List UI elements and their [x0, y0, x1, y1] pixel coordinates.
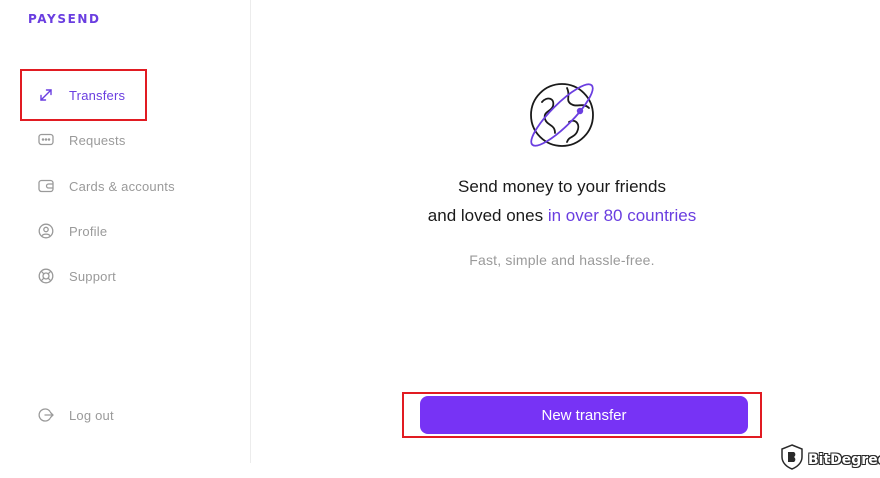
globe-orbit-icon	[525, 78, 599, 152]
subtitle: Fast, simple and hassle-free.	[469, 252, 655, 268]
headline-line-2: and loved ones in over 80 countries	[340, 201, 784, 230]
wallet-icon	[37, 177, 55, 195]
sidebar-item-label: Requests	[69, 132, 126, 148]
bitdegree-watermark: BitDegree	[781, 444, 880, 475]
transfers-highlight-box	[20, 69, 147, 121]
sidebar-item-label: Cards & accounts	[69, 178, 175, 194]
logout-button[interactable]: Log out	[37, 405, 217, 425]
sidebar-item-cards-accounts[interactable]: Cards & accounts	[37, 176, 217, 196]
logout-label: Log out	[69, 407, 114, 423]
sidebar-divider	[250, 0, 251, 463]
headline-line-1: Send money to your friends	[458, 177, 666, 196]
watermark-text: BitDegree	[808, 451, 880, 468]
logout-icon	[37, 406, 55, 424]
headline-prefix: and loved ones	[427, 206, 548, 225]
sidebar-item-profile[interactable]: Profile	[37, 221, 217, 241]
chat-bubble-icon	[37, 131, 55, 149]
sidebar-item-label: Profile	[69, 223, 108, 239]
paysend-logo[interactable]: PAYSEND	[28, 12, 101, 26]
sidebar-item-label: Support	[69, 268, 116, 284]
sidebar-item-support[interactable]: Support	[37, 266, 217, 286]
lifebuoy-icon	[37, 267, 55, 285]
shield-logo-icon	[781, 444, 803, 475]
new-transfer-highlight-box	[402, 392, 762, 438]
user-circle-icon	[37, 222, 55, 240]
sidebar-item-requests[interactable]: Requests	[37, 130, 217, 150]
headline-accent: in over 80 countries	[547, 206, 697, 225]
